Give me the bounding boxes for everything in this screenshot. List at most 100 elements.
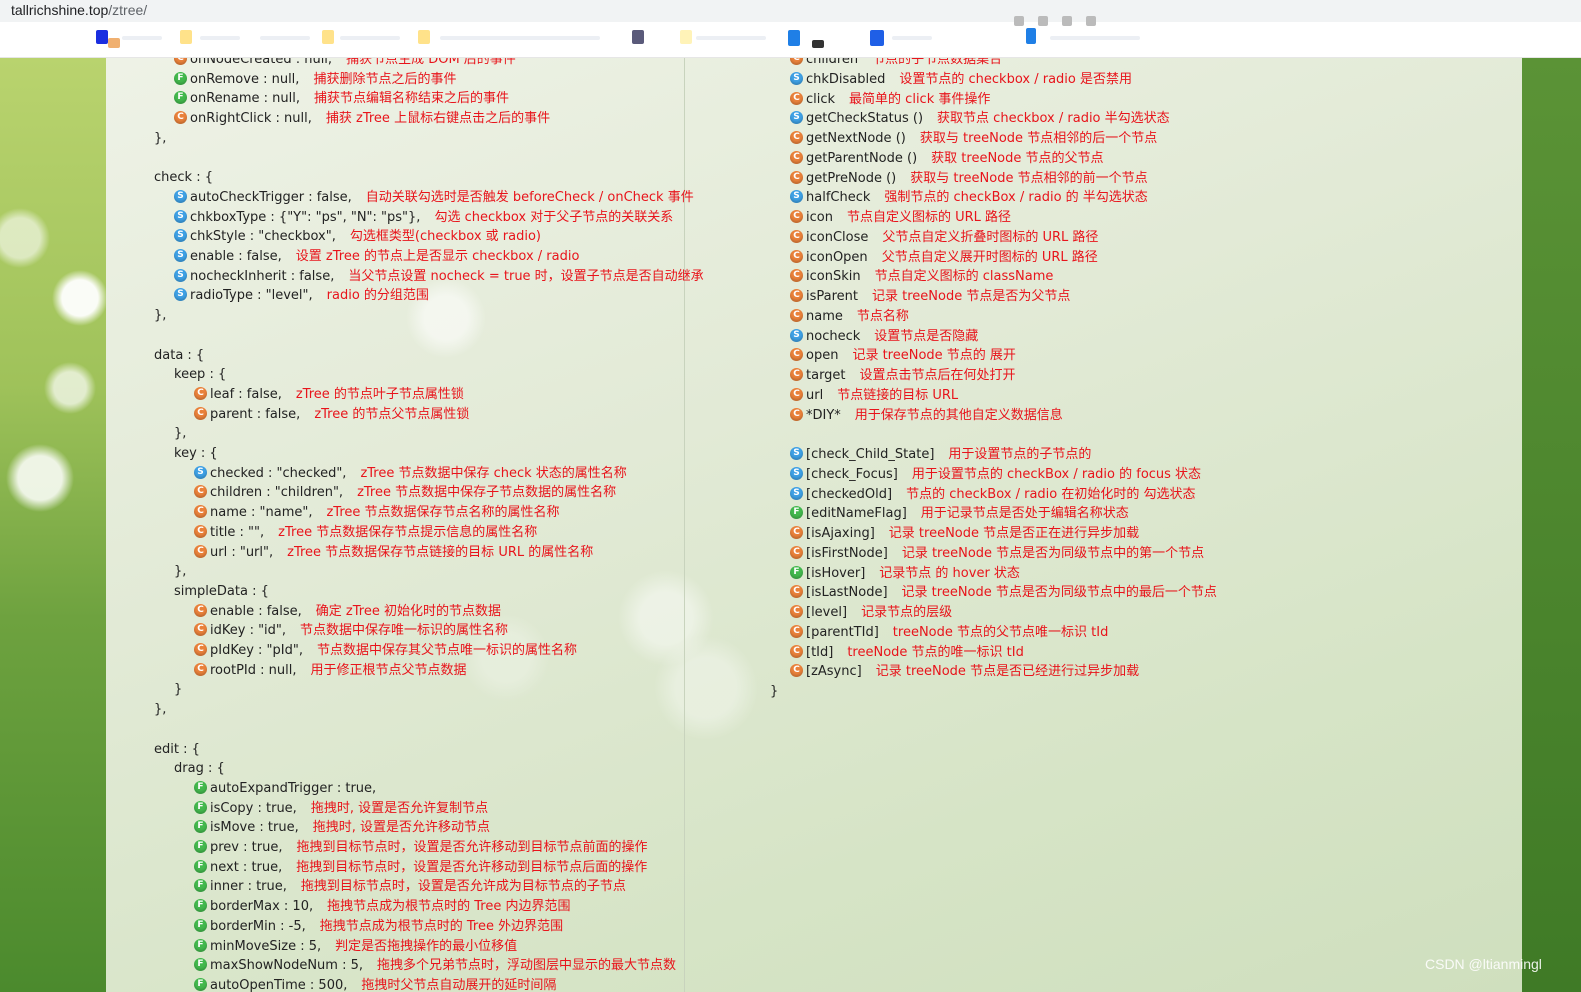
- watermark: CSDN @ltianmingl: [1425, 956, 1542, 972]
- code-line: F [editNameFlag] 用于记录节点是否处于编辑名称状态: [790, 504, 1129, 524]
- code-text: autoCheckTrigger : false,: [190, 189, 352, 205]
- code-line: Cname : "name", zTree 节点数据保存节点名称的属性名称: [194, 503, 560, 523]
- bookmark-label-blurred[interactable]: [440, 36, 600, 40]
- code-text: },: [174, 426, 187, 442]
- code-line: FborderMin : -5, 拖拽节点成为根节点时的 Tree 外边界范围: [194, 917, 563, 937]
- code-description: zTree 节点数据保存节点名称的属性名称: [326, 505, 560, 521]
- address-bar[interactable]: tallrichshine.top/ztree/: [0, 0, 1581, 22]
- code-line: simpleData : {: [174, 582, 269, 602]
- code-text: [isAjaxing]: [806, 526, 875, 541]
- code-line: C [tId] treeNode 节点的唯一标识 tId: [790, 643, 1024, 663]
- code-line: CpIdKey : "pId", 节点数据中保存其父节点唯一标识的属性名称: [194, 641, 577, 661]
- code-line: Senable : false, 设置 zTree 的节点上是否显示 checkb…: [174, 247, 579, 267]
- code-text: borderMax : 10,: [210, 899, 314, 915]
- code-text: chkStyle : "checkbox",: [190, 229, 336, 245]
- bookmark-icon[interactable]: [788, 30, 800, 46]
- code-line: C [level] 记录节点的层级: [790, 603, 952, 623]
- api-type-icon: C: [790, 644, 803, 658]
- code-description: 获取与 treeNode 节点相邻的前一个节点: [910, 170, 1148, 186]
- bookmark-label-blurred[interactable]: [200, 36, 240, 40]
- code-text: simpleData : {: [174, 583, 269, 599]
- code-text: },: [154, 130, 167, 146]
- background-right: [1522, 58, 1581, 992]
- code-description: 节点自定义图标的 URL 路径: [846, 210, 1012, 225]
- code-description: 捕获节点编辑名称结束之后的事件: [314, 91, 510, 107]
- folder-icon[interactable]: [418, 30, 430, 44]
- api-type-icon: S: [174, 209, 187, 223]
- code-line: CgetParentNode () 获取 treeNode 节点的父节点: [790, 149, 1104, 169]
- api-type-icon: S: [790, 190, 803, 204]
- bookmark-icon[interactable]: [870, 30, 884, 46]
- code-line: CidKey : "id", 节点数据中保存唯一标识的属性名称: [194, 621, 508, 641]
- code-line: S [check_Child_State] 用于设置节点的子节点的: [790, 445, 1091, 465]
- api-type-icon: F: [790, 565, 803, 579]
- bookmark-label-blurred[interactable]: [1050, 36, 1140, 40]
- api-type-icon: C: [790, 131, 803, 144]
- code-text: isMove : true,: [210, 820, 299, 836]
- bookmark-label-blurred[interactable]: [122, 36, 162, 40]
- bookmark-icon[interactable]: [1086, 16, 1096, 26]
- code-text: [isLastNode]: [806, 585, 888, 601]
- code-description: treeNode 节点的父节点唯一标识 tId: [892, 624, 1109, 640]
- bookmark-icon[interactable]: [1026, 28, 1036, 44]
- code-description: 拖拽时, 设置是否允许复制节点: [310, 800, 489, 816]
- bookmark-icon[interactable]: [108, 38, 120, 48]
- code-line: },: [154, 306, 166, 326]
- code-description: 拖拽时, 设置是否允许移动节点: [312, 820, 490, 836]
- api-type-icon: F: [194, 977, 207, 991]
- bookmark-icon[interactable]: [680, 30, 692, 44]
- code-description: zTree 节点数据中保存子节点数据的属性名称: [357, 485, 617, 501]
- code-text: url: [806, 387, 824, 403]
- bookmark-label-blurred[interactable]: [892, 36, 932, 40]
- bookmarks-bar: [0, 16, 1581, 58]
- bookmark-label-blurred[interactable]: [340, 36, 400, 40]
- code-line: Cicon 节点自定义图标的 URL 路径: [790, 208, 1011, 228]
- code-description: 节点的 checkBox / radio 在初始化时的 勾选状态: [906, 486, 1196, 502]
- bookmark-icon[interactable]: [812, 40, 824, 48]
- code-description: 获取 treeNode 节点的父节点: [931, 150, 1104, 166]
- code-text: isParent: [806, 289, 858, 304]
- code-line: Cleaf : false, zTree 的节点叶子节点属性锁: [194, 385, 464, 405]
- code-line: C *DIY* 用于保存节点的其他自定义数据信息: [790, 406, 1063, 426]
- api-type-icon: C: [790, 170, 803, 184]
- api-type-icon: C: [790, 229, 803, 243]
- code-line: CrootPId : null, 用于修正根节点父节点数据: [194, 661, 466, 681]
- code-text: key : {: [174, 446, 218, 461]
- code-line: Schecked : "checked", zTree 节点数据中保存 check…: [194, 464, 627, 484]
- folder-icon[interactable]: [322, 30, 334, 44]
- api-type-icon: F: [194, 918, 207, 932]
- code-line: FonRemove : null, 捕获删除节点之后的事件: [174, 70, 456, 90]
- api-type-icon: C: [194, 623, 207, 637]
- bookmark-label-blurred[interactable]: [260, 36, 310, 40]
- code-description: 获取节点 checkbox / radio 半勾选状态: [937, 111, 1170, 127]
- bookmark-icon[interactable]: [1038, 16, 1048, 26]
- api-type-icon: C: [790, 150, 803, 164]
- bookmark-icon[interactable]: [1062, 16, 1072, 26]
- bookmark-icon[interactable]: [632, 30, 644, 44]
- api-type-icon: S: [174, 288, 187, 302]
- code-description: zTree 的节点叶子节点属性锁: [295, 386, 464, 402]
- code-line: Cchildren 节点的子节点数据集合: [790, 58, 1002, 70]
- api-type-icon: C: [194, 386, 207, 400]
- code-line: Snocheck 设置节点是否隐藏: [790, 327, 978, 347]
- code-text: inner : true,: [210, 879, 287, 895]
- bookmark-label-blurred[interactable]: [696, 36, 766, 40]
- code-text: url : "url",: [210, 544, 274, 560]
- bookmark-icon[interactable]: [96, 30, 108, 44]
- code-text: [isFirstNode]: [806, 545, 888, 561]
- code-text: open: [806, 348, 839, 364]
- code-text: parent : false,: [210, 406, 301, 422]
- code-text: iconClose: [806, 229, 869, 245]
- code-line: Finner : true, 拖拽到目标节点时，设置是否允许成为目标节点的子节点: [194, 877, 626, 897]
- folder-icon[interactable]: [180, 30, 192, 44]
- api-type-icon: S: [174, 189, 187, 203]
- bookmark-icon[interactable]: [1014, 16, 1024, 26]
- code-line: Cname 节点名称: [790, 307, 909, 327]
- api-type-icon: C: [790, 210, 803, 223]
- code-line: Cclick 最简单的 click 事件操作: [790, 90, 990, 110]
- code-text: rootPId : null,: [210, 662, 297, 678]
- api-type-icon: C: [790, 624, 803, 638]
- code-text: chkDisabled: [806, 71, 886, 87]
- code-description: 记录节点的层级: [861, 605, 953, 620]
- api-type-icon: C: [194, 603, 207, 617]
